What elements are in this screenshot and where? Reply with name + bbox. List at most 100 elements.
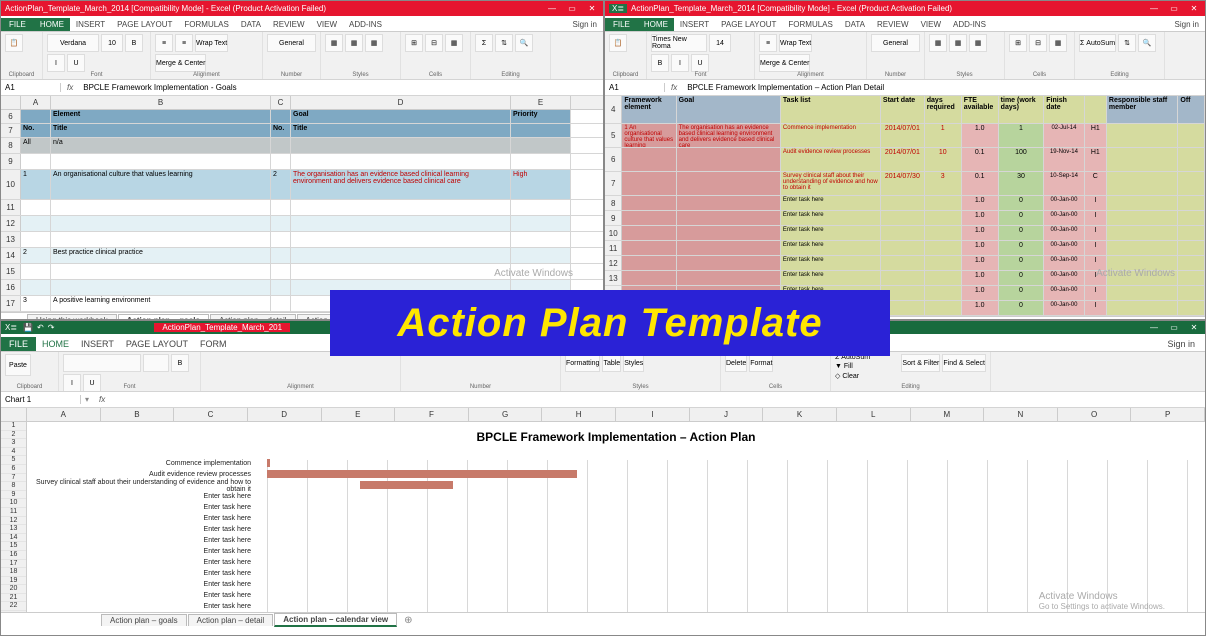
cell[interactable] bbox=[51, 264, 271, 279]
cell[interactable]: 1 bbox=[925, 124, 962, 147]
tab-insert[interactable]: INSERT bbox=[75, 337, 120, 351]
row-header[interactable]: 7 bbox=[605, 172, 622, 195]
conditional-formatting-button[interactable]: Formatting bbox=[565, 354, 600, 372]
row-header[interactable]: 15 bbox=[1, 264, 21, 279]
cell[interactable]: I bbox=[1085, 211, 1107, 225]
sheet-tab[interactable]: Action plan – goals bbox=[101, 614, 187, 626]
cell[interactable]: 0 bbox=[999, 241, 1045, 255]
cell[interactable] bbox=[622, 271, 676, 285]
cell[interactable] bbox=[925, 256, 962, 270]
fx-icon[interactable]: fx bbox=[665, 83, 683, 92]
hdr-framework[interactable]: Framework element bbox=[622, 96, 676, 123]
row-header[interactable]: 14 bbox=[1, 248, 21, 263]
row-header[interactable]: 13 bbox=[1, 232, 21, 247]
row-header[interactable]: 21 bbox=[1, 594, 26, 603]
cell[interactable]: 00-Jan-00 bbox=[1044, 256, 1084, 270]
row-header[interactable]: 6 bbox=[1, 465, 26, 474]
gantt-bar[interactable] bbox=[267, 459, 270, 467]
col-header[interactable]: I bbox=[616, 408, 690, 421]
col-header[interactable]: A bbox=[27, 408, 101, 421]
row-header[interactable]: 13 bbox=[1, 525, 26, 534]
tab-home[interactable]: HOME bbox=[36, 337, 75, 351]
header-priority[interactable]: Priority bbox=[511, 110, 571, 123]
cell[interactable] bbox=[271, 138, 291, 153]
tab-pagelayout[interactable]: PAGE LAYOUT bbox=[120, 337, 194, 351]
italic-icon[interactable]: I bbox=[47, 54, 65, 72]
cell[interactable] bbox=[881, 211, 925, 225]
cell[interactable] bbox=[925, 196, 962, 210]
cell[interactable] bbox=[925, 301, 962, 315]
hdr-resp[interactable]: Responsible staff member bbox=[1107, 96, 1178, 123]
cell[interactable] bbox=[622, 211, 676, 225]
name-box[interactable]: A1 bbox=[1, 83, 61, 92]
cell[interactable] bbox=[511, 138, 571, 153]
cell[interactable] bbox=[925, 226, 962, 240]
cell[interactable]: 1 bbox=[999, 124, 1045, 147]
cell[interactable]: 00-Jan-00 bbox=[1044, 241, 1084, 255]
cell[interactable]: 2014/07/30 bbox=[881, 172, 925, 195]
cell[interactable] bbox=[1178, 148, 1205, 171]
cell[interactable]: 1.0 bbox=[962, 196, 999, 210]
cell[interactable] bbox=[21, 200, 51, 215]
cell[interactable] bbox=[21, 232, 51, 247]
cell[interactable]: Enter task here bbox=[781, 271, 881, 285]
conditional-formatting-icon[interactable]: ▦ bbox=[325, 34, 343, 52]
tab-view[interactable]: VIEW bbox=[915, 18, 947, 31]
cell[interactable] bbox=[291, 200, 511, 215]
row-header[interactable]: 10 bbox=[605, 226, 622, 240]
cell[interactable]: 00-Jan-00 bbox=[1044, 271, 1084, 285]
row-header[interactable]: 6 bbox=[1, 110, 21, 123]
sort-filter-icon[interactable]: ⇅ bbox=[1118, 34, 1136, 52]
maximize-icon[interactable]: ▭ bbox=[565, 4, 579, 14]
cell[interactable] bbox=[881, 196, 925, 210]
merge-center-button[interactable]: Merge & Center bbox=[759, 54, 810, 72]
cell[interactable] bbox=[51, 216, 271, 231]
tab-home[interactable]: HOME bbox=[638, 18, 674, 31]
insert-cells-icon[interactable]: ⊞ bbox=[1009, 34, 1027, 52]
col-header[interactable]: N bbox=[984, 408, 1058, 421]
col-header[interactable]: H bbox=[542, 408, 616, 421]
col-header[interactable]: L bbox=[837, 408, 911, 421]
cell[interactable] bbox=[291, 248, 511, 263]
hdr-start[interactable]: Start date bbox=[881, 96, 925, 123]
tab-file[interactable]: FILE bbox=[1, 18, 34, 31]
tab-home[interactable]: HOME bbox=[34, 18, 70, 31]
row-header[interactable]: 7 bbox=[1, 474, 26, 483]
col-header[interactable]: D bbox=[248, 408, 322, 421]
close-icon[interactable]: ✕ bbox=[585, 4, 599, 14]
row-header[interactable]: 7 bbox=[1, 124, 21, 137]
signin-link[interactable]: Sign in bbox=[1157, 337, 1205, 351]
font-name-select[interactable]: Verdana bbox=[47, 34, 99, 52]
tab-addins[interactable]: ADD-INS bbox=[343, 18, 388, 31]
col-header[interactable]: F bbox=[395, 408, 469, 421]
cell[interactable]: Enter task here bbox=[781, 256, 881, 270]
delete-cells-icon[interactable]: ⊟ bbox=[1029, 34, 1047, 52]
cell[interactable] bbox=[677, 241, 781, 255]
row-header[interactable]: 1 bbox=[1, 422, 26, 431]
signin-link[interactable]: Sign in bbox=[567, 18, 603, 31]
gantt-bar[interactable] bbox=[360, 481, 453, 489]
underline-icon[interactable]: U bbox=[691, 54, 709, 72]
cell[interactable] bbox=[622, 256, 676, 270]
cell[interactable]: 1.0 bbox=[962, 226, 999, 240]
cell[interactable]: A positive learning environment bbox=[51, 296, 271, 311]
cell[interactable] bbox=[622, 226, 676, 240]
header-title[interactable]: Title bbox=[291, 124, 511, 137]
header-title[interactable]: Title bbox=[51, 124, 271, 137]
col-header[interactable]: B bbox=[51, 96, 271, 109]
cell[interactable] bbox=[1178, 226, 1205, 240]
tab-insert[interactable]: INSERT bbox=[70, 18, 111, 31]
delete-cells-icon[interactable]: ⊟ bbox=[425, 34, 443, 52]
paste-button[interactable]: Paste bbox=[5, 354, 31, 376]
cell[interactable]: H1 bbox=[1085, 124, 1107, 147]
cell[interactable]: 30 bbox=[999, 172, 1045, 195]
hdr-time[interactable]: time (work days) bbox=[999, 96, 1045, 123]
bold-icon[interactable]: B bbox=[651, 54, 669, 72]
sheet-tab[interactable]: Action plan – calendar view bbox=[274, 613, 397, 627]
row-header[interactable]: 4 bbox=[605, 96, 622, 123]
format-table-button[interactable]: Table bbox=[602, 354, 621, 372]
tab-review[interactable]: REVIEW bbox=[871, 18, 915, 31]
cell[interactable] bbox=[1178, 256, 1205, 270]
cell[interactable]: 0 bbox=[999, 226, 1045, 240]
autosum-icon[interactable]: Σ bbox=[475, 34, 493, 52]
